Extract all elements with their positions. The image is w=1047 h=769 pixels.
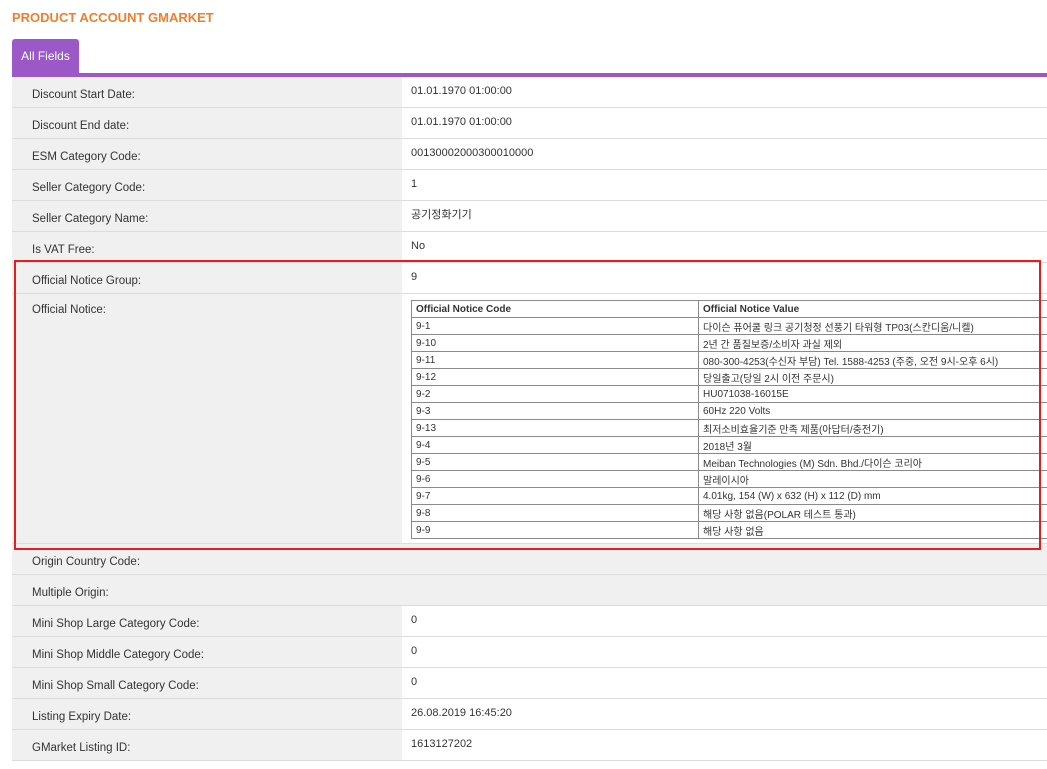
field-value: 공기정화기기: [402, 201, 1047, 231]
fields-list: Discount Start Date: 01.01.1970 01:00:00…: [12, 77, 1047, 761]
field-row-multiple-origin: Multiple Origin:: [12, 575, 1047, 606]
notice-code: 9-13: [411, 419, 699, 437]
field-label: Mini Shop Middle Category Code:: [12, 637, 402, 667]
field-row-official-notice-group: Official Notice Group: 9: [12, 263, 1047, 294]
table-row: 9-11 080-300-4253(수신자 부담) Tel. 1588-4253 …: [411, 351, 1047, 369]
table-row: 9-5 Meiban Technologies (M) Sdn. Bhd./다이슨…: [411, 453, 1047, 471]
notice-value: HU071038-16015E: [698, 385, 1047, 403]
field-label: Is VAT Free:: [12, 232, 402, 262]
field-value: No: [402, 232, 1047, 262]
field-row-mini-shop-middle-category-code: Mini Shop Middle Category Code: 0: [12, 637, 1047, 668]
field-label: GMarket Listing ID:: [12, 730, 402, 760]
table-row: 9-3 60Hz 220 Volts: [411, 402, 1047, 420]
field-row-mini-shop-large-category-code: Mini Shop Large Category Code: 0: [12, 606, 1047, 637]
field-value: [402, 575, 1047, 605]
field-label: Origin Country Code:: [12, 544, 402, 574]
notice-code: 9-3: [411, 402, 699, 420]
notice-value: 당일출고(당일 2시 이전 주문시): [698, 368, 1047, 386]
field-value: 0: [402, 637, 1047, 667]
notice-value: Meiban Technologies (M) Sdn. Bhd./다이슨 코리…: [698, 453, 1047, 471]
notice-code: 9-7: [411, 487, 699, 505]
notice-value: 60Hz 220 Volts: [698, 402, 1047, 420]
field-label: Mini Shop Small Category Code:: [12, 668, 402, 698]
field-value: 00130002000300010000: [402, 139, 1047, 169]
table-row: 9-4 2018년 3월: [411, 436, 1047, 454]
notice-value: 2년 간 품질보증/소비자 과실 제외: [698, 334, 1047, 352]
field-value: 0: [402, 668, 1047, 698]
field-value: 1: [402, 170, 1047, 200]
notice-code: 9-5: [411, 453, 699, 471]
field-row-discount-end-date: Discount End date: 01.01.1970 01:00:00: [12, 108, 1047, 139]
field-row-listing-expiry-date: Listing Expiry Date: 26.08.2019 16:45:20: [12, 699, 1047, 730]
notice-code: 9-11: [411, 351, 699, 369]
table-row: 9-10 2년 간 품질보증/소비자 과실 제외: [411, 334, 1047, 352]
field-value: Official Notice Code Official Notice Val…: [402, 294, 1047, 543]
notice-value: 4.01kg, 154 (W) x 632 (H) x 112 (D) mm: [698, 487, 1047, 505]
column-header-value: Official Notice Value: [698, 300, 1047, 318]
table-row: 9-7 4.01kg, 154 (W) x 632 (H) x 112 (D) m…: [411, 487, 1047, 505]
field-label: Official Notice:: [12, 294, 402, 543]
field-row-discount-start-date: Discount Start Date: 01.01.1970 01:00:00: [12, 77, 1047, 108]
field-value: 26.08.2019 16:45:20: [402, 699, 1047, 729]
field-label: Seller Category Code:: [12, 170, 402, 200]
notice-code: 9-1: [411, 317, 699, 335]
field-row-seller-category-code: Seller Category Code: 1: [12, 170, 1047, 201]
notice-value: 말레이시아: [698, 470, 1047, 488]
notice-value: 해당 사항 없음(POLAR 테스트 통과): [698, 504, 1047, 522]
field-row-esm-category-code: ESM Category Code: 00130002000300010000: [12, 139, 1047, 170]
table-row: 9-1 다이슨 퓨어쿨 링크 공기청정 선풍기 타워형 TP03(스칸디움/니켈): [411, 317, 1047, 335]
field-label: Mini Shop Large Category Code:: [12, 606, 402, 636]
field-label: Discount End date:: [12, 108, 402, 138]
field-row-origin-country-code: Origin Country Code:: [12, 544, 1047, 575]
notice-code: 9-8: [411, 504, 699, 522]
field-label: Multiple Origin:: [12, 575, 402, 605]
notice-value: 최저소비효율기준 만족 제품(아답터/충전기): [698, 419, 1047, 437]
table-row: 9-12 당일출고(당일 2시 이전 주문시): [411, 368, 1047, 386]
notice-code: 9-9: [411, 521, 699, 539]
notice-value: 해당 사항 없음: [698, 521, 1047, 539]
official-notice-table: Official Notice Code Official Notice Val…: [411, 300, 1047, 539]
table-row: 9-6 말레이시아: [411, 470, 1047, 488]
page-title: PRODUCT ACCOUNT GMARKET: [12, 10, 214, 25]
field-value: 01.01.1970 01:00:00: [402, 77, 1047, 107]
notice-value: 다이슨 퓨어쿨 링크 공기청정 선풍기 타워형 TP03(스칸디움/니켈): [698, 317, 1047, 335]
field-row-is-vat-free: Is VAT Free: No: [12, 232, 1047, 263]
column-header-code: Official Notice Code: [411, 300, 699, 318]
notice-code: 9-2: [411, 385, 699, 403]
field-label: Official Notice Group:: [12, 263, 402, 293]
field-value: 9: [402, 263, 1047, 293]
field-label: Listing Expiry Date:: [12, 699, 402, 729]
table-row: 9-13 최저소비효율기준 만족 제품(아답터/충전기): [411, 419, 1047, 437]
field-label: Discount Start Date:: [12, 77, 402, 107]
notice-value: 2018년 3월: [698, 436, 1047, 454]
table-row: 9-9 해당 사항 없음: [411, 521, 1047, 539]
notice-code: 9-6: [411, 470, 699, 488]
table-row: 9-8 해당 사항 없음(POLAR 테스트 통과): [411, 504, 1047, 522]
field-row-gmarket-listing-id: GMarket Listing ID: 1613127202: [12, 730, 1047, 761]
notice-value: 080-300-4253(수신자 부담) Tel. 1588-4253 (주중,…: [698, 351, 1047, 369]
notice-code: 9-10: [411, 334, 699, 352]
field-label: Seller Category Name:: [12, 201, 402, 231]
field-value: 01.01.1970 01:00:00: [402, 108, 1047, 138]
tab-all-fields[interactable]: All Fields: [12, 39, 79, 73]
notice-code: 9-4: [411, 436, 699, 454]
field-row-seller-category-name: Seller Category Name: 공기정화기기: [12, 201, 1047, 232]
field-label: ESM Category Code:: [12, 139, 402, 169]
field-row-official-notice: Official Notice: Official Notice Code Of…: [12, 294, 1047, 544]
table-row: 9-2 HU071038-16015E: [411, 385, 1047, 403]
field-value: [402, 544, 1047, 574]
table-header-row: Official Notice Code Official Notice Val…: [411, 300, 1047, 318]
field-value: 0: [402, 606, 1047, 636]
field-row-mini-shop-small-category-code: Mini Shop Small Category Code: 0: [12, 668, 1047, 699]
field-value: 1613127202: [402, 730, 1047, 760]
notice-code: 9-12: [411, 368, 699, 386]
